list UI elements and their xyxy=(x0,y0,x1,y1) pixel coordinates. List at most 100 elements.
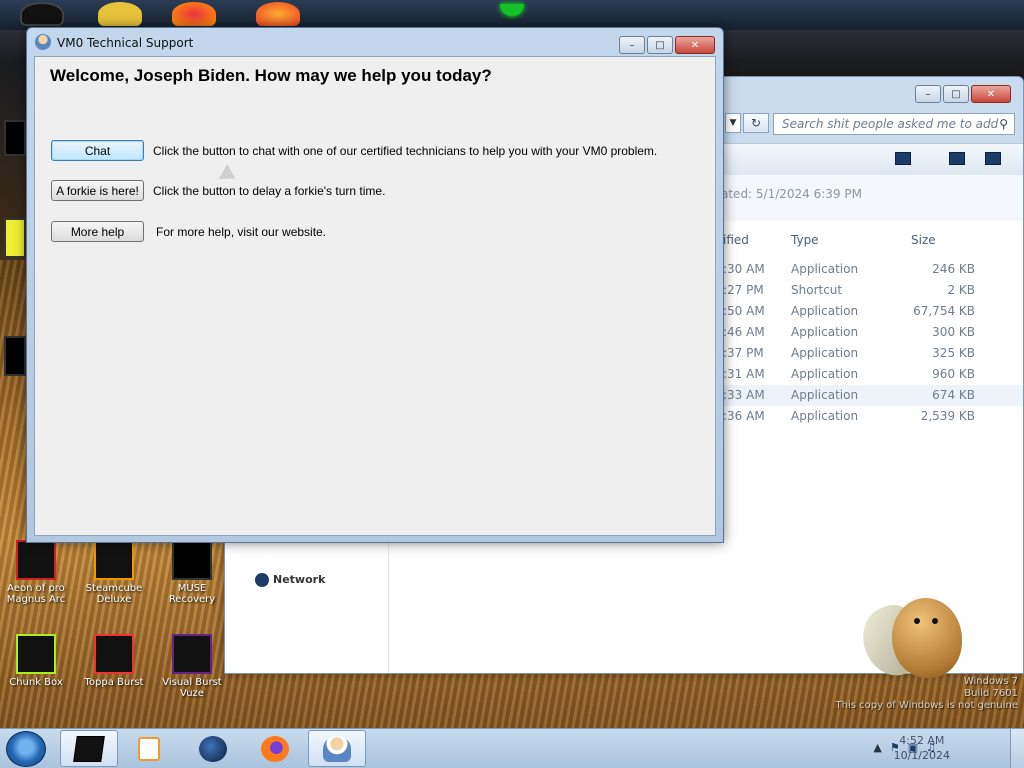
desktop-icon-top-4[interactable] xyxy=(256,2,300,26)
row-modified: :36 AM xyxy=(723,409,765,423)
help-icon[interactable] xyxy=(985,152,1001,165)
row-type: Application xyxy=(791,346,859,360)
row-modified: :50 AM xyxy=(723,304,765,318)
desktop: Aeon of pro Magnus Arc Steamcube Deluxe … xyxy=(0,0,1024,728)
clock-date: 10/1/2024 xyxy=(893,749,950,762)
network-icon xyxy=(255,573,269,587)
dialog-client-area: Welcome, Joseph Biden. How may we help y… xyxy=(34,56,716,536)
taskbar-item-media[interactable] xyxy=(120,730,178,767)
watermark-line: This copy of Windows is not genuine xyxy=(835,700,1018,711)
desktop-icon-label: Chunk Box xyxy=(9,677,63,688)
row-size: 67,754 KB xyxy=(913,304,975,318)
taskbar-clock[interactable]: 4:52 AM 10/1/2024 xyxy=(894,733,950,763)
taskbar-item-terminal[interactable] xyxy=(60,730,118,767)
chat-description: Click the button to chat with one of our… xyxy=(153,144,658,158)
chat-button[interactable]: Chat xyxy=(51,140,144,161)
start-button[interactable] xyxy=(6,731,46,767)
chevron-up-icon[interactable]: ▲ xyxy=(873,741,881,754)
close-icon[interactable]: ✕ xyxy=(675,36,715,54)
row-modified: :37 PM xyxy=(723,346,764,360)
row-modified: :27 PM xyxy=(723,283,764,297)
row-type: Application xyxy=(791,325,859,339)
row-modified: :33 AM xyxy=(723,388,765,402)
mascot-eye xyxy=(914,618,920,624)
search-icon[interactable]: ⚲ xyxy=(999,117,1008,131)
dialog-titlebar[interactable]: VM0 Technical Support – □ ✕ xyxy=(27,28,723,56)
more-help-button[interactable]: More help xyxy=(51,221,144,242)
row-type: Application xyxy=(791,304,859,318)
minimize-icon[interactable]: – xyxy=(619,36,645,54)
row-type: Shortcut xyxy=(791,283,843,297)
desktop-icon-steamcube[interactable]: Steamcube Deluxe xyxy=(84,540,144,605)
search-placeholder: Search shit people asked me to add xyxy=(782,117,999,131)
taskbar-item-support[interactable] xyxy=(308,730,366,767)
technician-icon xyxy=(35,34,51,50)
navigation-pane: Network xyxy=(225,535,389,673)
mascot-eye xyxy=(932,618,938,624)
refresh-icon[interactable]: ↻ xyxy=(743,113,769,133)
globe-icon xyxy=(199,735,227,762)
support-dialog[interactable]: VM0 Technical Support – □ ✕ Welcome, Jos… xyxy=(26,27,724,543)
taskbar-item-firefox[interactable] xyxy=(246,730,304,767)
row-size: 2,539 KB xyxy=(920,409,975,423)
firefox-icon xyxy=(261,735,289,762)
row-type: Application xyxy=(791,367,859,381)
row-size: 300 KB xyxy=(932,325,975,339)
details-date-created: ated: 5/1/2024 6:39 PM xyxy=(721,187,862,201)
desktop-icon-label: Aeon of pro Magnus Arc xyxy=(6,583,66,605)
maximize-icon[interactable]: □ xyxy=(943,85,969,103)
row-type: Application xyxy=(791,262,859,276)
taskbar-item-globe[interactable] xyxy=(184,730,242,767)
dialog-title: VM0 Technical Support xyxy=(57,36,194,50)
watermark-line: Build 7601 xyxy=(964,688,1018,699)
nav-item-network[interactable]: Network xyxy=(255,573,325,587)
desktop-icon-label: Steamcube Deluxe xyxy=(85,583,143,605)
column-header-size[interactable]: Size xyxy=(911,233,936,247)
row-size: 674 KB xyxy=(932,388,975,402)
watermark-line: Windows 7 xyxy=(963,676,1018,687)
row-type: Application xyxy=(791,388,859,402)
desktop-icon-left-2[interactable] xyxy=(2,218,28,261)
nav-item-label: Network xyxy=(273,573,326,586)
view-options-icon[interactable] xyxy=(895,152,911,165)
row-size: 246 KB xyxy=(932,262,975,276)
desktop-icon-left-3[interactable] xyxy=(2,336,28,379)
desktop-icon-left-1[interactable] xyxy=(2,120,28,159)
search-input[interactable]: Search shit people asked me to add ⚲ xyxy=(773,113,1015,135)
preview-pane-icon[interactable] xyxy=(949,152,965,165)
row-type: Application xyxy=(791,409,859,423)
maximize-icon[interactable]: □ xyxy=(647,36,673,54)
forkie-button[interactable]: A forkie is here! xyxy=(51,180,144,201)
desktop-icon-chunk[interactable]: Chunk Box xyxy=(6,634,66,688)
more-help-description: For more help, visit our website. xyxy=(156,225,327,239)
welcome-heading: Welcome, Joseph Biden. How may we help y… xyxy=(50,66,492,85)
hamster-mascot xyxy=(853,596,964,684)
row-modified: :30 AM xyxy=(723,262,765,276)
clock-time: 4:52 AM xyxy=(899,734,945,747)
close-icon[interactable]: ✕ xyxy=(971,85,1011,103)
dialog-caption-buttons: – □ ✕ xyxy=(619,36,715,54)
row-modified: :46 AM xyxy=(723,325,765,339)
desktop-icon-top-3[interactable] xyxy=(172,2,216,26)
row-modified: :31 AM xyxy=(723,367,765,381)
terminal-icon xyxy=(73,735,105,762)
desktop-icon-top-2[interactable] xyxy=(98,2,142,26)
chevron-down-icon[interactable]: ▼ xyxy=(725,113,741,133)
desktop-icon-top-1[interactable] xyxy=(20,2,64,26)
row-size: 2 KB xyxy=(947,283,975,297)
technician-icon xyxy=(323,735,351,762)
show-desktop-button[interactable] xyxy=(1010,729,1024,768)
desktop-icon-muse[interactable]: MUSE Recovery xyxy=(162,540,222,605)
column-header-type[interactable]: Type xyxy=(791,233,819,247)
minimize-icon[interactable]: – xyxy=(915,85,941,103)
forkie-description: Click the button to delay a forkie's tur… xyxy=(153,184,386,198)
media-player-icon xyxy=(138,736,160,761)
row-size: 325 KB xyxy=(932,346,975,360)
mascot-body xyxy=(892,598,962,678)
desktop-icon-visual[interactable]: Visual Burst Vuze xyxy=(162,634,222,699)
desktop-icon-aeon[interactable]: Aeon of pro Magnus Arc xyxy=(6,540,66,605)
desktop-icon-toppa[interactable]: Toppa Burst xyxy=(84,634,144,688)
column-header-modified[interactable]: ified xyxy=(723,233,749,247)
windows-watermark: Windows 7 Build 7601 This copy of Window… xyxy=(836,676,1018,712)
taskbar: ▲ ⚑ ▣ ♫ 4:52 AM 10/1/2024 xyxy=(0,728,1024,768)
